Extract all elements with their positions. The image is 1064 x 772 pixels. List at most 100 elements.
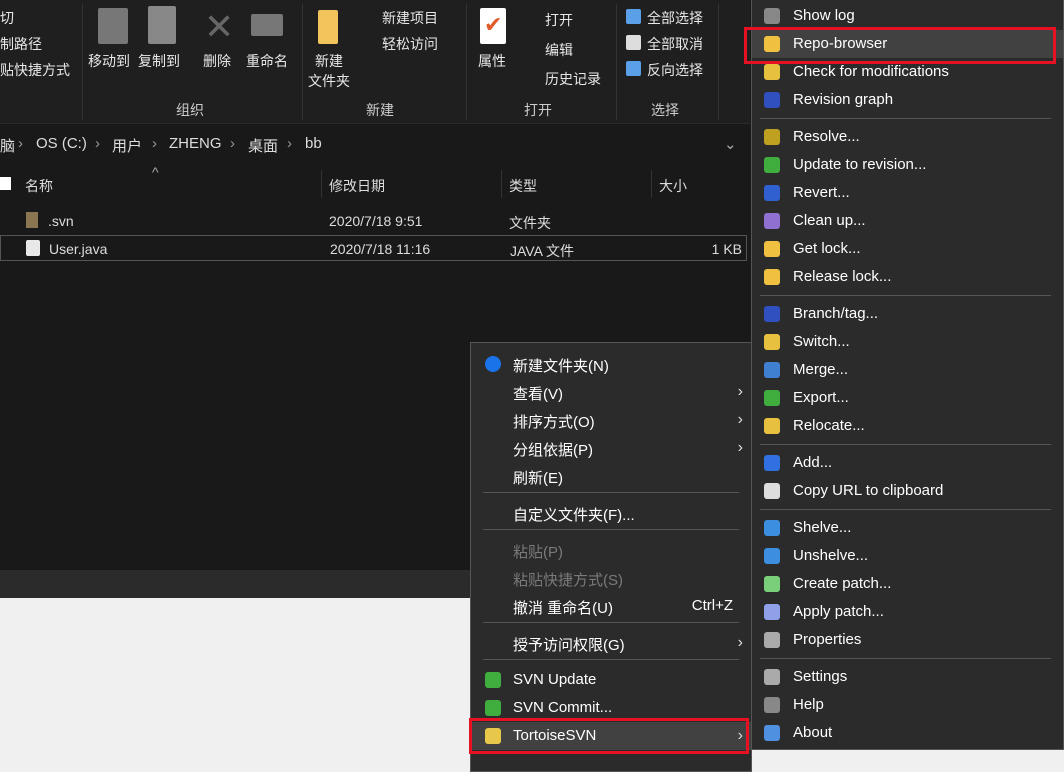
svn-menu-item-relocate[interactable]: Relocate...	[752, 412, 1063, 440]
svn-menu-item-settings[interactable]: Settings	[752, 663, 1063, 691]
menu-separator	[483, 659, 739, 660]
get-lock-icon	[764, 241, 780, 257]
invert-selection-icon	[626, 61, 641, 76]
menu-item-label: Show log	[793, 7, 855, 24]
address-bar[interactable]: 脑 › OS (C:) › 用户 › ZHENG › 桌面 › bb ⌄	[0, 130, 750, 158]
context-menu-item[interactable]: 授予访问权限(G) ›	[471, 629, 751, 657]
delete-button[interactable]: 删除	[203, 51, 231, 71]
context-menu-item[interactable]: SVN Update	[471, 666, 751, 694]
svn-menu-item-get-lock[interactable]: Get lock...	[752, 235, 1063, 263]
svn-menu-item-properties[interactable]: Properties	[752, 626, 1063, 654]
copy-to-icon	[148, 6, 176, 44]
menu-item-label: Settings	[793, 668, 848, 685]
context-menu-item[interactable]: 粘贴快捷方式(S)	[471, 564, 751, 592]
svn-menu-item-add[interactable]: Add...	[752, 449, 1063, 477]
svn-menu-item-clean-up[interactable]: Clean up...	[752, 207, 1063, 235]
new-item-button[interactable]: 新建项目	[382, 8, 438, 28]
breadcrumb[interactable]: ZHENG	[169, 135, 222, 152]
svn-menu-item-revision-graph[interactable]: Revision graph	[752, 86, 1063, 114]
breadcrumb[interactable]: OS (C:)	[36, 135, 87, 152]
file-row[interactable]: .svn 2020/7/18 9:51 文件夹	[0, 208, 747, 234]
copy-to-button[interactable]: 复制到	[138, 51, 180, 71]
clean-up-icon	[764, 213, 780, 229]
svn-menu-item-branch-tag[interactable]: Branch/tag...	[752, 300, 1063, 328]
branch-tag-icon	[764, 306, 780, 322]
edit-button[interactable]: 编辑	[545, 40, 573, 60]
column-size[interactable]: 大小	[659, 176, 687, 196]
svn-menu-item-show-log[interactable]: Show log	[752, 2, 1063, 30]
chevron-down-icon[interactable]: ⌄	[724, 135, 737, 153]
group-label-new: 新建	[366, 102, 394, 118]
add-icon	[764, 455, 780, 471]
new-folder-icon	[485, 356, 501, 372]
select-all-icon	[626, 9, 641, 24]
menu-separator	[760, 118, 1051, 119]
menu-item-label: 排序方式(O)	[513, 414, 595, 431]
menu-separator	[483, 492, 739, 493]
svn-menu-item-switch[interactable]: Switch...	[752, 328, 1063, 356]
svn-menu-item-copy-url-to-clipboard[interactable]: Copy URL to clipboard	[752, 477, 1063, 505]
menu-item-label: SVN Update	[513, 671, 597, 688]
rename-icon	[251, 14, 283, 36]
context-menu-item[interactable]: 排序方式(O) ›	[471, 406, 751, 434]
context-menu-item[interactable]: 刷新(E)	[471, 462, 751, 490]
menu-item-label: Export...	[793, 389, 849, 406]
svn-menu-item-unshelve[interactable]: Unshelve...	[752, 542, 1063, 570]
select-none-button[interactable]: 全部取消	[647, 34, 703, 54]
check-for-modifications-icon	[764, 64, 780, 80]
svn-menu-item-create-patch[interactable]: Create patch...	[752, 570, 1063, 598]
properties-icon	[764, 632, 780, 648]
ribbon-cut[interactable]: 切	[0, 8, 14, 28]
copy-url-to-clipboard-icon	[764, 483, 780, 499]
svn-menu-item-revert[interactable]: Revert...	[752, 179, 1063, 207]
properties-button[interactable]: 属性	[478, 51, 506, 71]
rename-button[interactable]: 重命名	[246, 51, 288, 71]
open-button[interactable]: 打开	[545, 10, 573, 30]
history-button[interactable]: 历史记录	[545, 69, 601, 89]
select-all-checkbox[interactable]	[0, 177, 11, 190]
context-menu-item[interactable]: 粘贴(P)	[471, 536, 751, 564]
svn-menu-item-shelve[interactable]: Shelve...	[752, 514, 1063, 542]
svn-menu-item-resolve[interactable]: Resolve...	[752, 123, 1063, 151]
new-folder-button[interactable]: 新建	[315, 51, 343, 71]
invert-selection-button[interactable]: 反向选择	[647, 60, 703, 80]
move-to-icon	[98, 8, 128, 44]
menu-item-label: Create patch...	[793, 575, 892, 592]
select-all-button[interactable]: 全部选择	[647, 8, 703, 28]
file-type: 文件夹	[509, 215, 551, 231]
column-name[interactable]: 名称	[25, 176, 53, 196]
menu-item-label: Clean up...	[793, 212, 866, 229]
menu-separator	[483, 622, 739, 623]
menu-item-label: Get lock...	[793, 240, 861, 257]
group-label-select: 选择	[651, 102, 679, 118]
ribbon-copy-path[interactable]: 制路径	[0, 34, 42, 54]
menu-item-label: 授予访问权限(G)	[513, 637, 625, 654]
menu-item-label: 自定义文件夹(F)...	[513, 507, 635, 524]
easy-access-button[interactable]: 轻松访问	[382, 34, 438, 54]
breadcrumb[interactable]: 桌面	[248, 135, 278, 156]
svn-menu-item-release-lock[interactable]: Release lock...	[752, 263, 1063, 291]
breadcrumb[interactable]: 脑	[0, 135, 15, 156]
column-type[interactable]: 类型	[509, 176, 537, 196]
context-menu-item[interactable]: 查看(V) ›	[471, 378, 751, 406]
menu-separator	[483, 529, 739, 530]
context-menu-item[interactable]: 分组依据(P) ›	[471, 434, 751, 462]
svn-menu-item-export[interactable]: Export...	[752, 384, 1063, 412]
svn-menu-item-update-to-revision[interactable]: Update to revision...	[752, 151, 1063, 179]
svn-menu-item-help[interactable]: Help	[752, 691, 1063, 719]
menu-item-label: Resolve...	[793, 128, 860, 145]
file-row-selected[interactable]: User.java 2020/7/18 11:16 JAVA 文件 1 KB	[0, 235, 747, 261]
breadcrumb[interactable]: 用户	[112, 135, 142, 156]
ribbon-paste-shortcut[interactable]: 贴快捷方式	[0, 60, 70, 80]
svn-menu-item-about[interactable]: About	[752, 719, 1063, 747]
svn-menu-item-merge[interactable]: Merge...	[752, 356, 1063, 384]
context-menu-item[interactable]: 撤消 重命名(U) Ctrl+Z	[471, 592, 751, 620]
breadcrumb[interactable]: bb	[305, 135, 322, 152]
context-menu-item[interactable]: 新建文件夹(N)	[471, 350, 751, 378]
context-menu-item[interactable]: 自定义文件夹(F)...	[471, 499, 751, 527]
chevron-right-icon: ›	[737, 411, 743, 428]
column-date[interactable]: 修改日期	[329, 176, 385, 196]
menu-item-label: 粘贴(P)	[513, 544, 563, 561]
svn-menu-item-apply-patch[interactable]: Apply patch...	[752, 598, 1063, 626]
move-to-button[interactable]: 移动到	[88, 51, 130, 71]
